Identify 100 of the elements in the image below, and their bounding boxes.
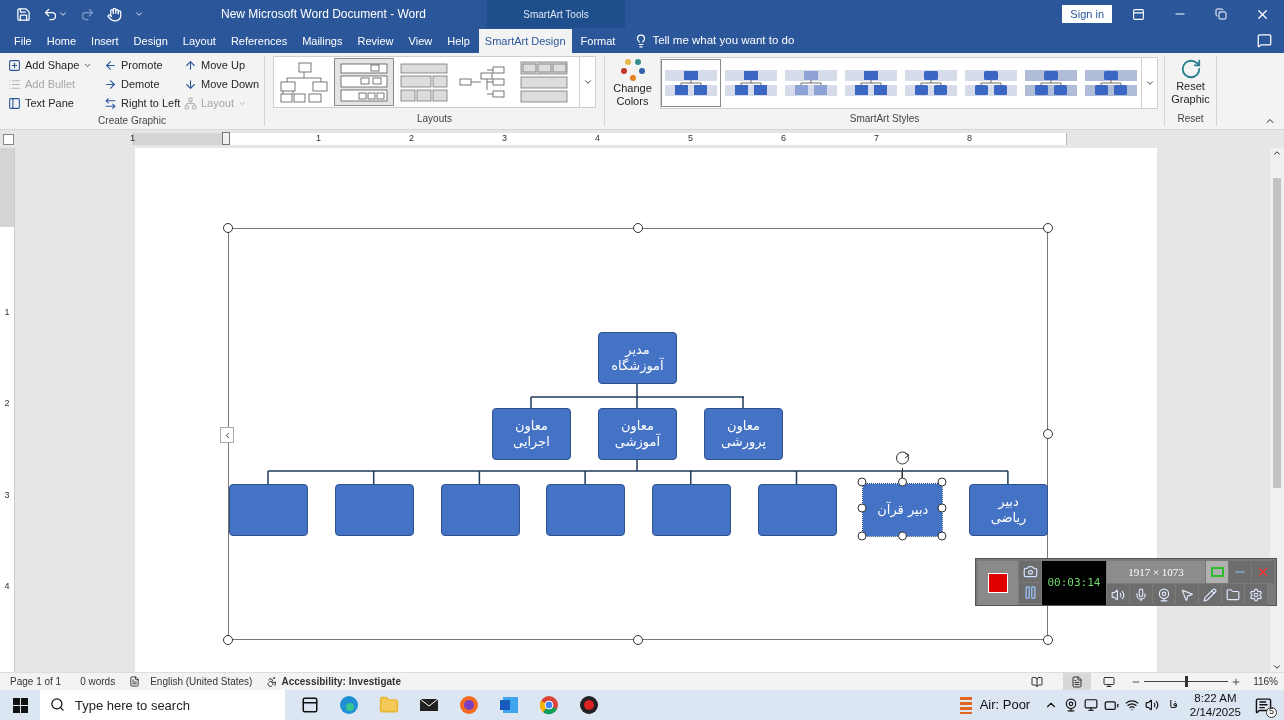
ribbon-command[interactable]: Text Pane — [8, 94, 104, 113]
undo-icon[interactable] — [43, 6, 58, 22]
print-layout-button[interactable] — [1063, 672, 1092, 691]
redo-icon[interactable] — [80, 6, 95, 22]
ribbon-tab[interactable]: Home — [40, 29, 83, 53]
ribbon-tab[interactable]: Help — [441, 29, 476, 53]
language-indicator[interactable]: فا — [1169, 696, 1178, 714]
layout-option[interactable] — [334, 58, 394, 106]
cursor-icon — [1180, 588, 1194, 602]
ribbon-tab[interactable]: SmartArt Design — [478, 29, 572, 53]
ribbon-tab[interactable]: Mailings — [296, 29, 349, 53]
recorder-tool-button[interactable] — [1222, 584, 1244, 606]
camera-tray-icon[interactable] — [1064, 698, 1079, 712]
resize-handle[interactable] — [223, 635, 233, 645]
org-chart-box[interactable]: معاون پرورشی — [704, 408, 783, 460]
status-text[interactable]: 0 words — [80, 674, 116, 689]
recorder-tool-button[interactable] — [1176, 584, 1198, 606]
accessibility-icon[interactable] — [266, 675, 279, 688]
ribbon-command[interactable]: Promote — [104, 56, 184, 75]
weather-text[interactable]: Air: Poor — [979, 695, 1031, 715]
ribbon-tab[interactable]: Layout — [176, 29, 222, 53]
comments-icon[interactable] — [1257, 33, 1272, 48]
org-chart-box[interactable]: معاون آموزشی — [598, 408, 677, 460]
resize-handle[interactable] — [1043, 635, 1053, 645]
caret-icon[interactable] — [58, 9, 68, 19]
volume-icon[interactable] — [1145, 698, 1160, 712]
camera-button[interactable] — [1019, 561, 1041, 582]
tell-me-field[interactable]: Tell me what you want to do — [652, 32, 853, 50]
ribbon-tab[interactable]: Review — [351, 29, 400, 53]
browser-icon[interactable] — [339, 695, 359, 715]
resize-handle[interactable] — [1043, 223, 1053, 233]
promote-icon — [104, 59, 117, 72]
scroll-down-icon[interactable] — [1272, 662, 1282, 672]
stop-record-button[interactable] — [978, 561, 1018, 605]
windows-logo-icon[interactable] — [13, 697, 28, 713]
task-view-icon[interactable] — [301, 696, 319, 714]
wifi-icon[interactable] — [1125, 698, 1140, 712]
org-chart-box[interactable]: دبیر قرآن — [863, 484, 943, 536]
resize-handle[interactable] — [1043, 429, 1053, 439]
org-chart-box[interactable]: دبیر ریاضی — [969, 484, 1048, 536]
change-colors-button[interactable]: Change Colors — [609, 57, 656, 108]
ribbon-command[interactable]: Right to Left — [104, 94, 184, 113]
org-chart-box[interactable]: معاون اجرایی — [492, 408, 571, 460]
recorder-tool-button[interactable] — [1199, 584, 1221, 606]
zoom-slider-track[interactable] — [1144, 676, 1229, 687]
indent-marker[interactable] — [221, 132, 230, 145]
ribbon-tab[interactable]: Design — [127, 29, 174, 53]
ribbon-tab[interactable]: File — [8, 29, 38, 53]
zoom-in-icon[interactable] — [1231, 676, 1242, 687]
ribbon-tab[interactable]: View — [402, 29, 439, 53]
save-icon[interactable] — [16, 6, 31, 22]
browser-icon[interactable] — [459, 695, 479, 715]
status-text[interactable]: Accessibility: Investigate — [281, 674, 401, 689]
notifications-icon[interactable] — [1255, 696, 1272, 714]
restore-icon[interactable] — [1215, 8, 1227, 20]
ribbon-command[interactable]: Move Up — [184, 56, 264, 75]
app-icon[interactable] — [579, 695, 599, 715]
proofing-icon[interactable] — [129, 676, 141, 687]
ribbon-display-icon[interactable] — [1132, 7, 1145, 21]
tab-selector[interactable] — [3, 133, 14, 145]
zoom-slider-thumb[interactable] — [1184, 676, 1188, 687]
web-layout-icon[interactable] — [1103, 675, 1116, 688]
text-pane-icon — [8, 97, 21, 110]
read-mode-icon[interactable] — [1031, 675, 1044, 688]
ribbon-tab[interactable]: Format — [574, 29, 622, 53]
resize-handle[interactable] — [633, 635, 643, 645]
status-text[interactable]: Page 1 of 1 — [10, 674, 62, 689]
browser-icon[interactable] — [539, 695, 559, 715]
ribbon-command[interactable]: Add Shape — [8, 56, 104, 75]
envelope-icon[interactable] — [419, 697, 439, 713]
ribbon-tab[interactable]: References — [224, 29, 294, 53]
zoom-level[interactable]: 116% — [1253, 674, 1278, 689]
selection-handles-drawing[interactable] — [857, 450, 949, 542]
org-chart-box[interactable]: مدیر آموزشگاه — [598, 332, 677, 384]
text-pane-tab[interactable] — [220, 427, 234, 443]
touch-mode-icon[interactable] — [107, 6, 122, 22]
reset-graphic-button[interactable]: Reset Graphic — [1168, 56, 1213, 106]
customize-caret-icon[interactable] — [134, 9, 144, 19]
recorder-tool-button[interactable] — [1153, 584, 1175, 606]
taskbar-search-field[interactable]: Type here to search — [40, 690, 285, 720]
status-text[interactable]: English (United States) — [150, 674, 253, 689]
resize-handle[interactable] — [633, 223, 643, 233]
vertical-scrollbar[interactable] — [1270, 148, 1284, 672]
clock-time[interactable]: 8:22 AM — [1194, 691, 1237, 705]
document-app-icon[interactable] — [499, 695, 519, 715]
resize-handle[interactable] — [223, 223, 233, 233]
style-option[interactable] — [661, 58, 721, 107]
ribbon-command[interactable]: Move Down — [184, 75, 264, 94]
smartart-frame[interactable] — [228, 228, 1048, 640]
air-quality-icon[interactable] — [957, 695, 974, 715]
ribbon-command[interactable]: Demote — [104, 75, 184, 94]
recorder-tool-button[interactable] — [1107, 584, 1129, 606]
recorder-tool-button[interactable] — [1245, 584, 1267, 606]
scroll-up-icon[interactable] — [1272, 148, 1282, 158]
ribbon-tab[interactable]: Insert — [85, 29, 125, 53]
display-tray-icon[interactable] — [1084, 698, 1099, 712]
sign-in-button[interactable]: Sign in — [1062, 5, 1112, 23]
recorder-tool-button[interactable] — [1130, 584, 1152, 606]
pause-button[interactable] — [1019, 582, 1041, 603]
clock-date[interactable]: 2/14/2025 — [1189, 705, 1241, 719]
